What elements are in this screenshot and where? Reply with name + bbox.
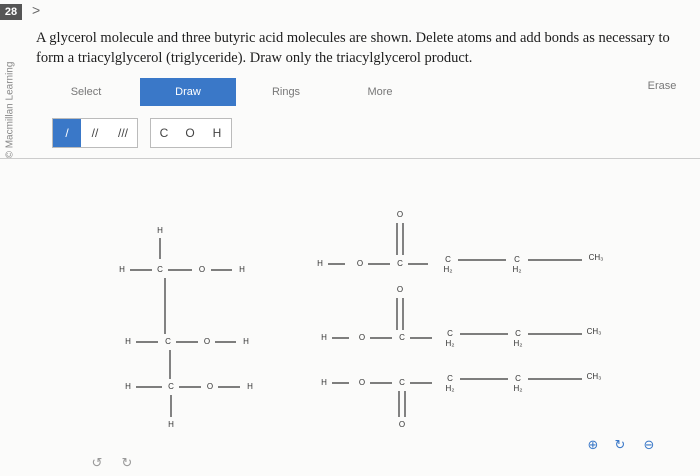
- atom-h: H: [125, 382, 131, 391]
- subscript-h2: H₂: [513, 265, 522, 274]
- publisher-credit: © Macmillan Learning: [2, 50, 18, 170]
- butyric-acid-1: O H O C C H₂ C H₂ CH₃: [317, 210, 603, 274]
- triple-bond-tool[interactable]: ///: [109, 119, 137, 147]
- atom-o-carbonyl: O: [397, 210, 403, 219]
- atom-h-top: H: [157, 226, 163, 235]
- atom-c3: C: [168, 382, 174, 391]
- bond-tool-group: / // ///: [52, 118, 138, 148]
- atom-c: C: [445, 255, 451, 264]
- drawing-toolbar: Select Draw Rings More Erase: [36, 78, 688, 108]
- double-bond-tool[interactable]: //: [81, 119, 109, 147]
- atom-c1: C: [157, 265, 163, 274]
- atom-o: O: [359, 378, 365, 387]
- zoom-out-icon[interactable]: ⊖: [640, 437, 658, 455]
- reset-view-icon[interactable]: ↻: [611, 437, 629, 455]
- atom-o-carbonyl: O: [397, 285, 403, 294]
- atom-h: H: [239, 265, 245, 274]
- methyl-group: CH₃: [587, 327, 602, 336]
- single-bond-tool[interactable]: /: [53, 119, 81, 147]
- next-question-arrow[interactable]: >: [32, 2, 40, 18]
- atom-o: O: [204, 337, 210, 346]
- atom-c: C: [514, 255, 520, 264]
- subscript-h2: H₂: [446, 384, 455, 393]
- atom-o-carbonyl: O: [399, 420, 405, 429]
- atom-c: C: [447, 329, 453, 338]
- atom-o: O: [359, 333, 365, 342]
- hydrogen-atom-tool[interactable]: H: [203, 119, 231, 147]
- atom-h: H: [317, 259, 323, 268]
- atom-h: H: [247, 382, 253, 391]
- atom-h: H: [321, 333, 327, 342]
- atom-c: C: [515, 374, 521, 383]
- atom-tool-group: C O H: [150, 118, 232, 148]
- atom-h: H: [321, 378, 327, 387]
- tab-more[interactable]: More: [330, 78, 430, 106]
- question-number: 28: [0, 4, 22, 20]
- atom-c: C: [447, 374, 453, 383]
- atom-c: C: [397, 259, 403, 268]
- atom-h-bottom: H: [168, 420, 174, 429]
- glycerol-molecule: H H C O H H C O H H C O H H: [119, 226, 253, 429]
- zoom-in-icon[interactable]: ⊕: [584, 437, 602, 455]
- atom-h: H: [119, 265, 125, 274]
- methyl-group: CH₃: [587, 372, 602, 381]
- question-prompt: A glycerol molecule and three butyric ac…: [36, 30, 670, 66]
- carbon-atom-tool[interactable]: C: [151, 119, 177, 147]
- undo-icon[interactable]: ↺: [88, 455, 106, 473]
- tab-rings[interactable]: Rings: [236, 78, 336, 106]
- atom-o: O: [207, 382, 213, 391]
- tab-select[interactable]: Select: [36, 78, 136, 106]
- butyric-acid-3: H O C O C H₂ C H₂ CH₃: [321, 372, 601, 429]
- atom-h: H: [243, 337, 249, 346]
- publisher-credit-text: © Macmillan Learning: [4, 61, 16, 159]
- atom-o: O: [199, 265, 205, 274]
- subscript-h2: H₂: [444, 265, 453, 274]
- atom-h: H: [125, 337, 131, 346]
- subscript-h2: H₂: [446, 339, 455, 348]
- atom-c2: C: [165, 337, 171, 346]
- atom-o: O: [357, 259, 363, 268]
- erase-button[interactable]: Erase: [636, 72, 688, 100]
- oxygen-atom-tool[interactable]: O: [177, 119, 203, 147]
- atom-c: C: [399, 378, 405, 387]
- atom-c: C: [399, 333, 405, 342]
- drawing-canvas[interactable]: H H C O H H C O H H C O H H O H O C C H₂…: [0, 159, 700, 476]
- redo-icon[interactable]: ↻: [118, 455, 136, 473]
- atom-c: C: [515, 329, 521, 338]
- tab-draw[interactable]: Draw: [140, 78, 236, 106]
- subscript-h2: H₂: [514, 339, 523, 348]
- methyl-group: CH₃: [589, 253, 604, 262]
- subscript-h2: H₂: [514, 384, 523, 393]
- butyric-acid-2: O H O C C H₂ C H₂ CH₃: [321, 285, 601, 348]
- molecule-drawing: H H C O H H C O H H C O H H O H O C C H₂…: [119, 210, 603, 429]
